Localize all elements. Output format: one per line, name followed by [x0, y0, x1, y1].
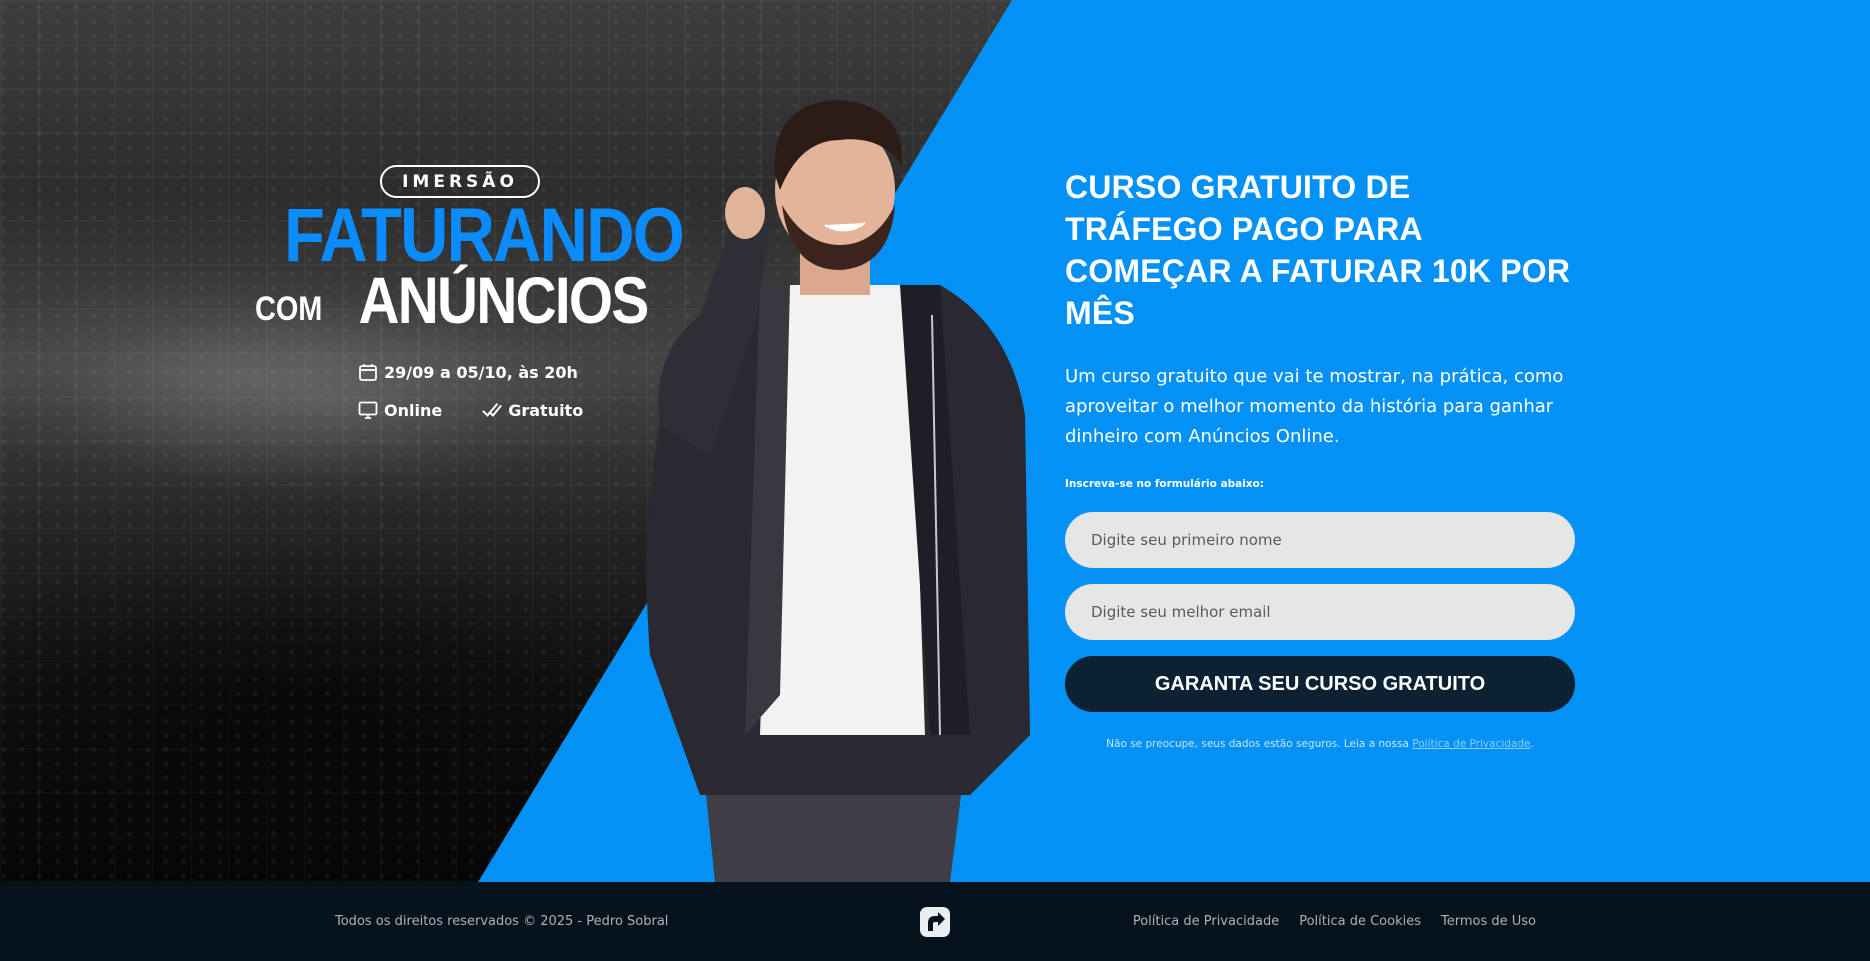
calendar-icon — [358, 362, 378, 382]
privacy-note-end: . — [1530, 738, 1534, 750]
page-subheadline: Um curso gratuito que vai te mostrar, na… — [1065, 366, 1564, 447]
first-name-input[interactable] — [1065, 512, 1575, 568]
footer-links: Política de Privacidade Política de Cook… — [1133, 914, 1536, 929]
footer: Todos os direitos reservados © 2025 - Pe… — [0, 882, 1870, 961]
event-info: 29/09 a 05/10, às 20h Online Gratuito — [358, 360, 583, 422]
monitor-icon — [358, 400, 378, 420]
privacy-note: Não se preocupe, seus dados estão seguro… — [1065, 738, 1575, 750]
submit-button[interactable]: GARANTA SEU CURSO GRATUITO — [1065, 656, 1575, 712]
event-date: 29/09 a 05/10, às 20h — [384, 362, 578, 382]
event-branding: IMERSÃO FATURANDO COM ANÚNCIOS — [255, 165, 685, 337]
footer-link-privacy[interactable]: Política de Privacidade — [1133, 914, 1279, 929]
event-mode: Online — [384, 400, 443, 420]
logo-faturando: FATURANDO — [284, 193, 685, 278]
logo-anuncios: ANÚNCIOS — [358, 263, 649, 337]
event-price: Gratuito — [482, 400, 583, 420]
footer-link-cookies[interactable]: Política de Cookies — [1299, 914, 1421, 929]
logo-com: COM — [255, 290, 323, 328]
page-headline: CURSO GRATUITO DE TRÁFEGO PAGO PARA COME… — [1065, 169, 1571, 331]
event-price-label: Gratuito — [508, 400, 584, 420]
event-mode-row: Online Gratuito — [358, 398, 583, 422]
logo-line-anuncios: COM ANÚNCIOS — [255, 263, 660, 337]
signup-section: CURSO GRATUITO DE TRÁFEGO PAGO PARA COME… — [1065, 166, 1575, 750]
presenter-photo — [646, 100, 1030, 882]
privacy-note-text: Não se preocupe, seus dados estão seguro… — [1106, 738, 1413, 750]
footer-copyright: Todos os direitos reservados © 2025 - Pe… — [335, 914, 669, 929]
brand-logo-icon[interactable] — [919, 906, 951, 938]
email-input[interactable] — [1065, 584, 1575, 640]
double-check-icon — [482, 400, 503, 420]
form-label: Inscreva-se no formulário abaixo: — [1065, 478, 1264, 490]
hero-section: IMERSÃO FATURANDO COM ANÚNCIOS 29/09 a 0… — [0, 0, 1870, 882]
footer-link-terms[interactable]: Termos de Uso — [1441, 914, 1536, 929]
privacy-policy-link[interactable]: Política de Privacidade — [1412, 738, 1530, 750]
event-date-row: 29/09 a 05/10, às 20h — [358, 360, 583, 384]
